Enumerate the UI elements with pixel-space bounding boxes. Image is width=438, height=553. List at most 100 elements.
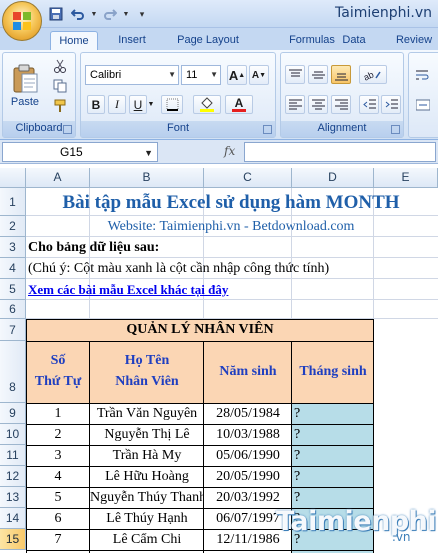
column-header-a[interactable]: A: [26, 168, 90, 188]
row-header-3[interactable]: 3: [0, 237, 26, 258]
row9-name[interactable]: Trần Văn Nguyên: [90, 403, 204, 424]
undo-button[interactable]: [68, 5, 88, 23]
align-center-button[interactable]: [308, 95, 328, 114]
table-border: [26, 424, 374, 425]
cut-button[interactable]: [49, 57, 71, 75]
ribbon: Paste Clipboard Calibri ▼ 11 ▼ A ▲ A ▼ B I: [0, 50, 438, 140]
row-header-8[interactable]: 8: [0, 341, 26, 403]
row-header-12[interactable]: 12: [0, 466, 26, 487]
format-painter-button[interactable]: [49, 97, 71, 115]
title-bar: ▼ ▼ ▾ Taimienphi.vn: [0, 0, 438, 28]
row12-name[interactable]: Lê Hữu Hoàng: [90, 466, 204, 487]
row10-name[interactable]: Nguyễn Thị Lê: [90, 424, 204, 445]
grow-font-button[interactable]: A ▲: [227, 65, 247, 85]
redo-button[interactable]: [100, 5, 120, 23]
font-dialog-launcher[interactable]: [263, 125, 272, 134]
column-header-d[interactable]: D: [292, 168, 374, 188]
row13-month[interactable]: ?: [292, 487, 374, 508]
formula-input[interactable]: [244, 142, 436, 162]
row-header-6[interactable]: 6: [0, 300, 26, 319]
font-name-select[interactable]: Calibri ▼: [85, 65, 179, 85]
row-header-1[interactable]: 1: [0, 188, 26, 216]
copy-button[interactable]: [49, 77, 71, 95]
undo-dropdown[interactable]: ▼: [90, 5, 98, 23]
office-button[interactable]: [2, 1, 42, 41]
customize-qat-button[interactable]: ▾: [132, 5, 152, 23]
row-header-2[interactable]: 2: [0, 216, 26, 237]
row12-month[interactable]: ?: [292, 466, 374, 487]
column-header-b[interactable]: B: [90, 168, 204, 188]
row9-dob[interactable]: 28/05/1984: [204, 403, 292, 424]
font-color-button[interactable]: A: [225, 95, 253, 114]
tab-data[interactable]: Data: [336, 31, 372, 50]
row10-month[interactable]: ?: [292, 424, 374, 445]
fill-color-button[interactable]: [193, 95, 221, 114]
row15-stt[interactable]: 7: [26, 529, 90, 550]
row9-month[interactable]: ?: [292, 403, 374, 424]
row13-stt[interactable]: 5: [26, 487, 90, 508]
row-header-4[interactable]: 4: [0, 258, 26, 279]
underline-dropdown[interactable]: ▼: [147, 95, 155, 114]
row-header-14[interactable]: 14: [0, 508, 26, 529]
alignment-dialog-launcher[interactable]: [391, 125, 400, 134]
row12-dob[interactable]: 20/05/1990: [204, 466, 292, 487]
clipboard-dialog-launcher[interactable]: [63, 125, 72, 134]
shrink-font-button[interactable]: A ▼: [249, 65, 269, 85]
wrap-text-button[interactable]: [411, 65, 435, 84]
fill-bucket-icon: [200, 97, 214, 112]
select-all-button[interactable]: [0, 168, 26, 188]
row-header-9[interactable]: 9: [0, 403, 26, 424]
tab-page-layout[interactable]: Page Layout: [168, 31, 248, 50]
merge-center-button[interactable]: [411, 95, 435, 114]
align-right-button[interactable]: [331, 95, 351, 114]
orientation-button[interactable]: ab: [359, 65, 387, 84]
decrease-indent-button[interactable]: [359, 95, 379, 114]
tab-formulas[interactable]: Formulas: [284, 31, 340, 50]
align-top-button[interactable]: [285, 65, 305, 84]
row14-stt[interactable]: 6: [26, 508, 90, 529]
align-middle-button[interactable]: [308, 65, 328, 84]
row13-dob[interactable]: 20/03/1992: [204, 487, 292, 508]
row-header-13[interactable]: 13: [0, 487, 26, 508]
row11-name[interactable]: Trần Hà My: [90, 445, 204, 466]
row10-stt[interactable]: 2: [26, 424, 90, 445]
align-left-button[interactable]: [285, 95, 305, 114]
row-header-10[interactable]: 10: [0, 424, 26, 445]
align-left-icon: [288, 99, 302, 110]
tab-home[interactable]: Home: [50, 31, 98, 50]
row11-stt[interactable]: 3: [26, 445, 90, 466]
column-header-c[interactable]: C: [204, 168, 292, 188]
alignment-group-label: Alignment: [281, 121, 403, 137]
font-size-select[interactable]: 11 ▼: [181, 65, 221, 85]
row-header-11[interactable]: 11: [0, 445, 26, 466]
tab-insert[interactable]: Insert: [108, 31, 156, 50]
borders-button[interactable]: [161, 95, 183, 114]
orientation-icon: ab: [364, 69, 381, 81]
paste-button[interactable]: Paste: [6, 57, 44, 115]
row10-dob[interactable]: 10/03/1988: [204, 424, 292, 445]
increase-indent-button[interactable]: [381, 95, 401, 114]
row9-stt[interactable]: 1: [26, 403, 90, 424]
italic-button[interactable]: I: [108, 95, 126, 114]
row15-name[interactable]: Lê Cẩm Chi: [90, 529, 204, 550]
row14-name[interactable]: Lê Thúy Hạnh: [90, 508, 204, 529]
redo-dropdown[interactable]: ▼: [122, 5, 130, 23]
insert-function-button[interactable]: fx: [224, 144, 235, 158]
column-header-e[interactable]: E: [374, 168, 438, 188]
row11-month[interactable]: ?: [292, 445, 374, 466]
row-header-7[interactable]: 7: [0, 319, 26, 341]
align-bottom-button[interactable]: [331, 65, 351, 84]
tab-review[interactable]: Review: [390, 31, 438, 50]
name-box[interactable]: G15 ▼: [2, 142, 158, 162]
font-color-letter: A: [234, 96, 244, 110]
underline-button[interactable]: U: [129, 95, 147, 114]
row11-dob[interactable]: 05/06/1990: [204, 445, 292, 466]
row-header-15[interactable]: 15: [0, 529, 26, 550]
more-samples-link[interactable]: Xem các bài mẫu Excel khác tại đây: [28, 280, 434, 300]
row-header-5[interactable]: 5: [0, 279, 26, 300]
save-icon: [49, 7, 63, 21]
row13-name[interactable]: Nguyễn Thúy Thanh: [90, 487, 204, 508]
row12-stt[interactable]: 4: [26, 466, 90, 487]
bold-button[interactable]: B: [87, 95, 105, 114]
save-button[interactable]: [46, 5, 66, 23]
